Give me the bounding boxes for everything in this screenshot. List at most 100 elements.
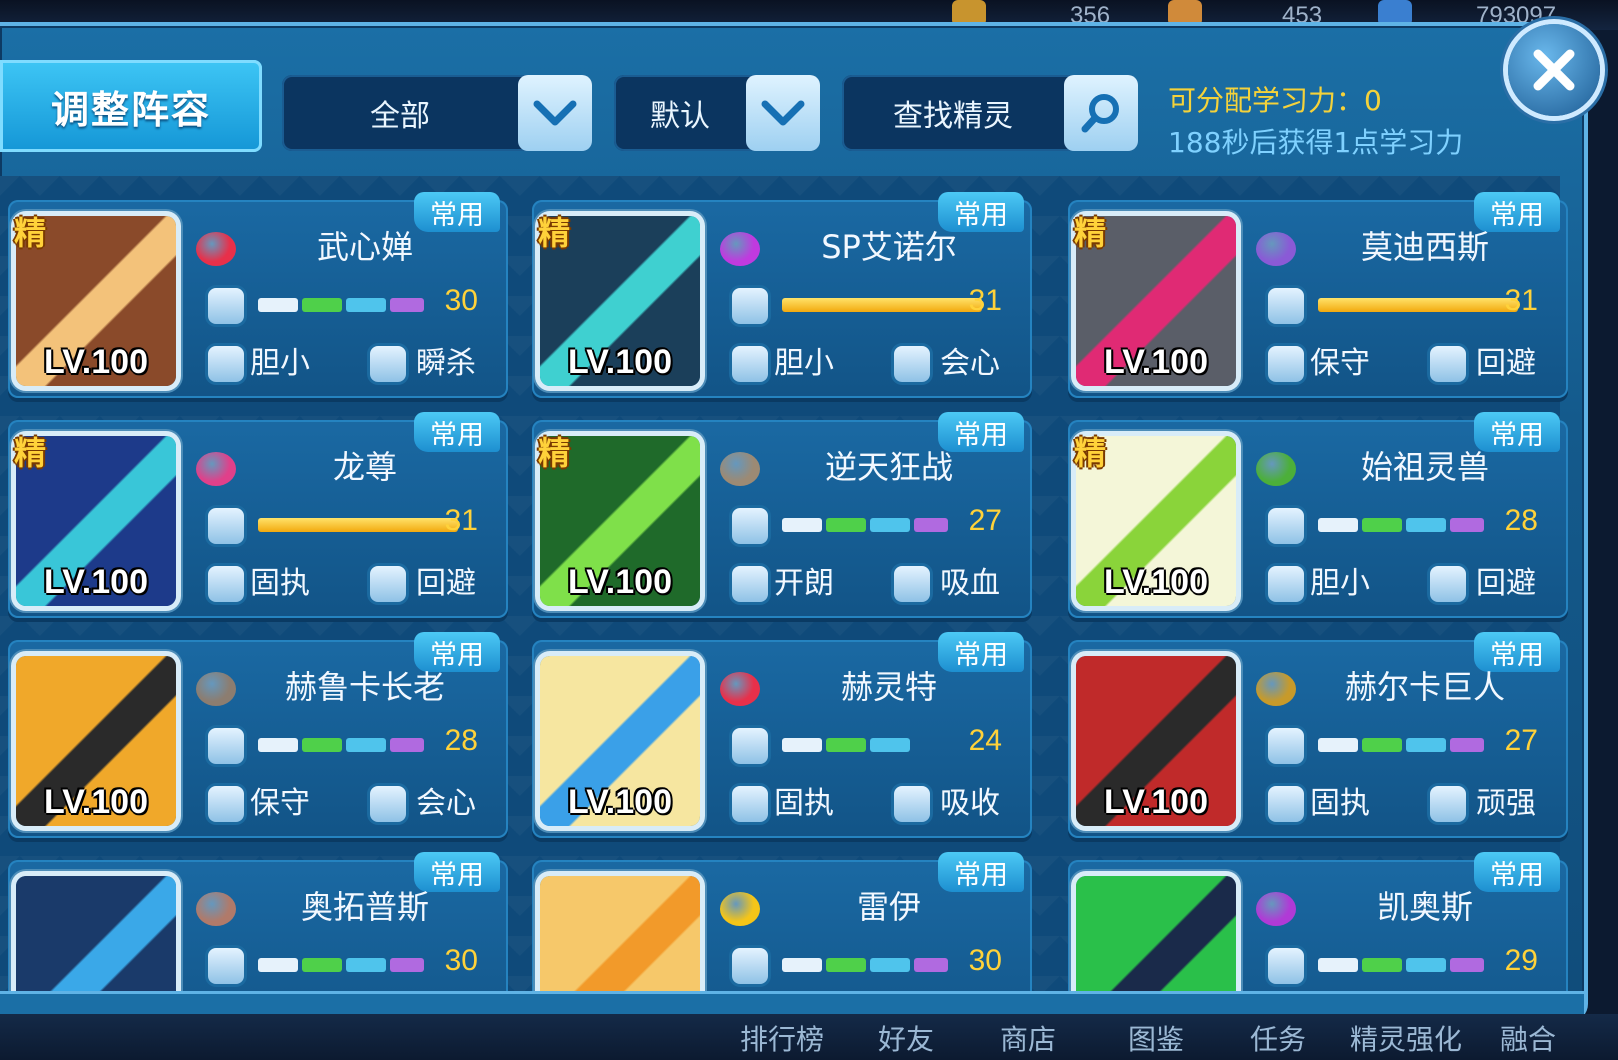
learning-power-info: 可分配学习力：0 188秒后获得1点学习力	[1168, 80, 1463, 164]
allocatable-learning-power: 可分配学习力：0	[1168, 84, 1382, 117]
learning-power-value: 28	[444, 724, 478, 757]
bottom-nav-item[interactable]: 任务	[1250, 1018, 1306, 1058]
search-input[interactable]: 查找精灵	[842, 75, 1064, 151]
pet-name: 赫鲁卡长老	[284, 668, 445, 706]
pet-portrait[interactable]: LV.100	[540, 656, 700, 826]
ability-icon	[894, 786, 930, 822]
element-type-icon	[1256, 672, 1296, 706]
learning-power-icon	[732, 728, 768, 764]
ability-icon	[894, 566, 930, 602]
learning-power-value: 31	[968, 284, 1002, 317]
bottom-nav-item[interactable]: 图鉴	[1128, 1018, 1184, 1058]
learning-power-bar	[1318, 738, 1518, 752]
adjust-lineup-title: 调整阵容	[0, 60, 262, 152]
pet-name: 赫尔卡巨人	[1344, 668, 1505, 706]
learning-power-icon	[732, 288, 768, 324]
pet-card[interactable]: 常用 LV.100 精 始祖灵兽 28 胆小 回避	[1068, 412, 1568, 618]
learning-power-timer: 188秒后获得1点学习力	[1168, 126, 1464, 159]
pet-name: SP艾诺尔	[821, 228, 957, 266]
pet-portrait[interactable]: LV.100	[16, 656, 176, 826]
pet-nature: 保守	[250, 786, 310, 821]
element-type-icon	[1256, 232, 1296, 266]
bottom-nav-item[interactable]: 精灵强化	[1350, 1018, 1462, 1058]
bottom-nav-item[interactable]: 融合	[1500, 1018, 1556, 1058]
learning-power-bar	[1318, 298, 1518, 312]
element-type-icon	[196, 892, 236, 926]
learning-power-value: 27	[968, 504, 1002, 537]
element-type-icon	[196, 452, 236, 486]
sort-dropdown[interactable]: 默认	[614, 75, 820, 151]
pet-ability: 瞬杀	[416, 346, 476, 381]
pet-card[interactable]: 常用 LV.100 精 莫迪西斯 31 保守 回避	[1068, 192, 1568, 398]
learning-power-bar	[782, 298, 982, 312]
pet-ability: 会心	[416, 786, 476, 821]
pet-level: LV.100	[568, 563, 672, 601]
pet-ability: 回避	[1476, 566, 1536, 601]
nature-icon	[208, 566, 244, 602]
close-button[interactable]	[1508, 24, 1600, 116]
learning-power-bar	[782, 518, 982, 532]
close-icon	[1533, 49, 1575, 91]
pet-name: 赫灵特	[840, 668, 937, 706]
pet-card[interactable]: 常用 LV.100 精 SP艾诺尔 31 胆小 会心	[532, 192, 1032, 398]
bottom-nav-item[interactable]: 好友	[878, 1018, 934, 1058]
category-dropdown[interactable]: 全部	[282, 75, 592, 151]
pet-name: 莫迪西斯	[1360, 228, 1489, 266]
pet-card[interactable]: 常用 LV.100 赫尔卡巨人 27 固执 顽强	[1068, 632, 1568, 838]
element-type-icon	[720, 232, 760, 266]
element-type-icon	[720, 672, 760, 706]
bottom-nav: 排行榜 好友 商店 图鉴 任务 精灵强化 融合	[0, 1014, 1618, 1060]
ability-icon	[370, 346, 406, 382]
ability-icon	[370, 786, 406, 822]
learning-power-value: 30	[444, 284, 478, 317]
learning-power-bar	[258, 738, 458, 752]
ability-icon	[1430, 786, 1466, 822]
ability-icon	[1430, 566, 1466, 602]
pet-ability: 回避	[1476, 346, 1536, 381]
learning-power-bar	[1318, 958, 1518, 972]
learning-power-bar	[258, 518, 458, 532]
pet-name: 逆天狂战	[824, 448, 953, 486]
learning-power-icon	[1268, 728, 1304, 764]
pet-card[interactable]: 常用 LV.100 精 逆天狂战 27 开朗 吸血	[532, 412, 1032, 618]
learning-power-icon	[732, 948, 768, 984]
elite-badge: 精	[538, 214, 571, 252]
pet-card[interactable]: 常用 LV.100 精 武心婵 30 胆小 瞬杀	[8, 192, 508, 398]
element-type-icon	[1256, 892, 1296, 926]
pet-nature: 开朗	[774, 566, 834, 601]
learning-power-icon	[208, 728, 244, 764]
element-type-icon	[720, 892, 760, 926]
pet-card[interactable]: 常用 LV.100 赫灵特 24 固执 吸收	[532, 632, 1032, 838]
pet-name: 武心婵	[316, 228, 413, 266]
search-box[interactable]: 查找精灵	[842, 75, 1138, 151]
element-type-icon	[1256, 452, 1296, 486]
learning-power-icon	[208, 288, 244, 324]
element-type-icon	[196, 672, 236, 706]
pet-portrait[interactable]: LV.100	[1076, 656, 1236, 826]
learning-power-icon	[208, 948, 244, 984]
learning-power-bar	[782, 958, 982, 972]
learning-power-value: 30	[444, 944, 478, 977]
learning-power-icon	[732, 508, 768, 544]
pet-ability: 吸收	[940, 786, 1000, 821]
pet-name: 始祖灵兽	[1360, 448, 1489, 486]
elite-badge: 精	[538, 434, 571, 472]
category-value: 全部	[370, 99, 430, 134]
ability-icon	[894, 346, 930, 382]
elite-badge: 精	[1074, 434, 1107, 472]
pet-level: LV.100	[1104, 343, 1208, 381]
bottom-nav-item[interactable]: 商店	[1000, 1018, 1056, 1058]
category-chevron-down-icon[interactable]	[518, 75, 592, 151]
sort-chevron-down-icon[interactable]	[746, 75, 820, 151]
pet-nature: 胆小	[1310, 566, 1370, 601]
elite-badge: 精	[14, 214, 47, 252]
bottom-nav-item[interactable]: 排行榜	[740, 1018, 824, 1058]
pet-name: 雷伊	[856, 888, 921, 926]
search-icon[interactable]	[1064, 75, 1138, 151]
learning-power-bar	[258, 958, 458, 972]
pet-card[interactable]: 常用 LV.100 精 龙尊 31 固执 回避	[8, 412, 508, 618]
pet-level: LV.100	[568, 783, 672, 821]
learning-power-value: 29	[1504, 944, 1538, 977]
pet-ability: 会心	[940, 346, 1000, 381]
pet-card[interactable]: 常用 LV.100 赫鲁卡长老 28 保守 会心	[8, 632, 508, 838]
